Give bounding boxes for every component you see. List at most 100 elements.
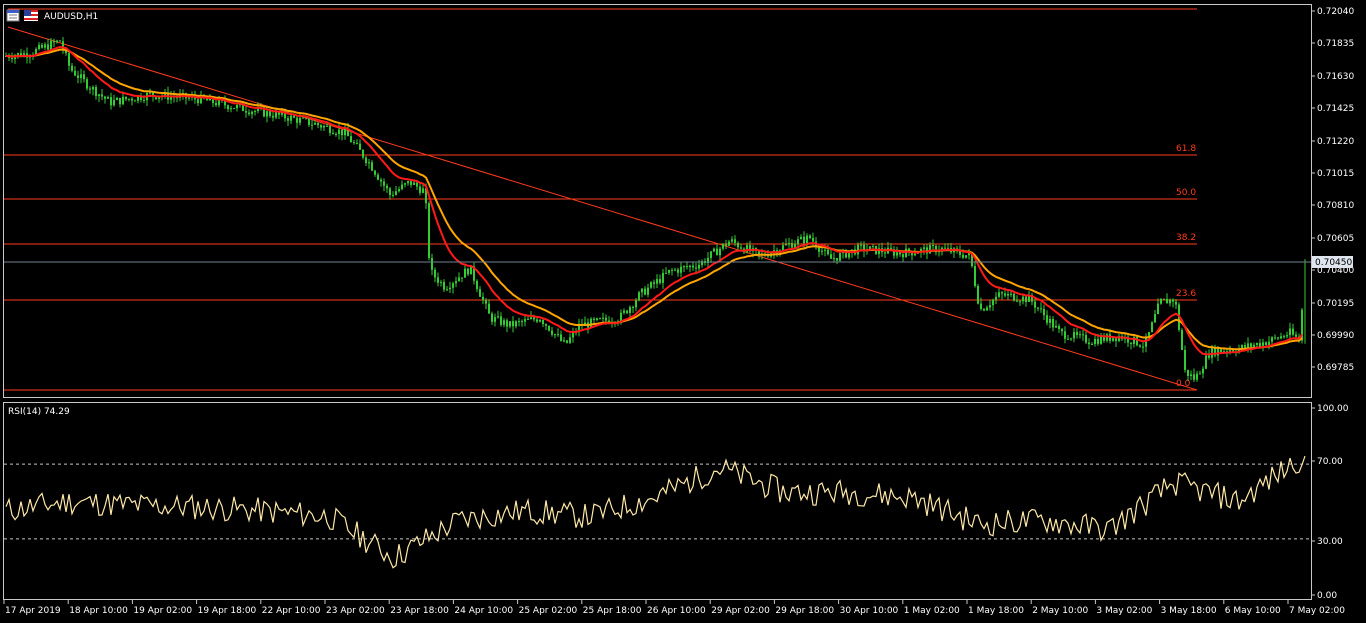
candle-body <box>563 340 565 342</box>
candle-body <box>788 243 790 245</box>
candle-body <box>698 264 700 269</box>
candle-body <box>335 133 337 135</box>
candle-body <box>113 100 115 106</box>
fibonacci-retracement[interactable]: 61.850.038.223.60.0 <box>4 144 1197 391</box>
candle-body <box>1283 336 1285 338</box>
candle-body <box>884 252 886 254</box>
candle-body <box>680 266 682 273</box>
candle-body <box>647 287 649 295</box>
candle-body <box>1070 338 1072 340</box>
candle-body <box>1187 369 1189 376</box>
candle-body <box>1088 342 1090 345</box>
candle-body <box>1130 342 1132 344</box>
candle-body <box>308 118 310 125</box>
candle-body <box>542 320 544 325</box>
candle-body <box>1001 292 1003 294</box>
chart-canvas[interactable]: 61.850.038.223.60.0 100.0070.0030.000.00… <box>0 0 1366 620</box>
candle-body <box>1112 338 1114 341</box>
candle-body <box>548 325 550 331</box>
candle-body <box>1220 349 1222 353</box>
candle-body <box>836 258 838 261</box>
candle-body <box>1091 343 1093 345</box>
candle-body <box>1157 303 1159 315</box>
candle-body <box>599 318 601 320</box>
candle-body <box>539 320 541 322</box>
candle-body <box>50 40 52 50</box>
candle-body <box>719 248 721 256</box>
candle-body <box>314 123 316 125</box>
price-tick-label: 0.69785 <box>1317 363 1354 373</box>
candle-body <box>656 279 658 284</box>
candle-body <box>350 136 352 143</box>
mt-chart-window: 61.8 50.0 38.2 23.6 0.0 100.00 70.00 30.00 0.00… <box>0 0 1366 620</box>
candle-body <box>143 99 145 101</box>
candle-body <box>452 283 454 288</box>
candle-body <box>1010 293 1012 295</box>
candle-body <box>677 269 679 273</box>
candle-body <box>641 288 643 293</box>
candle-body <box>383 181 385 186</box>
candle-body <box>395 191 397 195</box>
candle-body <box>962 254 964 258</box>
candle-body <box>122 96 124 105</box>
time-tick-label: 6 May 10:00 <box>1225 606 1281 616</box>
candle-body <box>275 112 277 118</box>
time-tick-label: 23 Apr 02:00 <box>326 606 385 616</box>
candle-body <box>1259 342 1261 347</box>
candle-body <box>902 254 904 258</box>
candle-body <box>662 272 664 283</box>
price-tick-label: 0.70605 <box>1317 234 1354 244</box>
candle-body <box>215 103 217 106</box>
candle-body <box>833 258 835 260</box>
candle-body <box>746 245 748 253</box>
candle-body <box>386 185 388 189</box>
candle-body <box>77 75 79 78</box>
candle-body <box>134 100 136 102</box>
time-tick-label: 23 Apr 18:00 <box>390 606 449 616</box>
candle-body <box>1004 293 1006 296</box>
current-price-label: 0.70450 <box>1315 258 1352 268</box>
candle-body <box>440 281 442 283</box>
candle-body <box>392 194 394 196</box>
candle-body <box>932 245 934 247</box>
candle-body <box>872 245 874 247</box>
candle-body <box>1052 318 1054 328</box>
candle-body <box>422 188 424 193</box>
candle-body <box>1244 345 1246 348</box>
candle-body <box>806 235 808 244</box>
candle-body <box>695 267 697 269</box>
candle-body <box>197 99 199 104</box>
fib-level-label: 61.8 <box>1176 144 1196 154</box>
rsi-indicator: 100.00 70.00 30.00 0.00 <box>4 404 1349 601</box>
candle-body <box>491 313 493 322</box>
window-list-icon[interactable] <box>6 9 20 22</box>
candle-body <box>518 321 520 323</box>
candle-body <box>149 92 151 94</box>
candle-body <box>800 236 802 240</box>
candle-body <box>98 94 100 97</box>
candle-body <box>1136 336 1138 346</box>
candle-body <box>722 243 724 249</box>
candle-body <box>92 87 94 90</box>
time-tick-label: 3 May 02:00 <box>1096 606 1152 616</box>
candle-body <box>44 44 46 48</box>
candle-body <box>506 320 508 327</box>
candle-body <box>1295 334 1297 337</box>
candle-body <box>551 330 553 335</box>
candle-body <box>329 126 331 134</box>
candle-body <box>1055 325 1057 328</box>
candle-body <box>11 57 13 60</box>
candle-body <box>1253 344 1255 347</box>
candle-body <box>233 108 235 110</box>
time-tick-label: 25 Apr 18:00 <box>583 606 642 616</box>
candle-body <box>644 288 646 295</box>
candle-body <box>1034 301 1036 308</box>
price-axis: 0.72040 0.71835 0.71630 0.71425 0.71220 0.710… <box>4 7 1354 373</box>
candle-body <box>1172 299 1174 302</box>
candle-body <box>362 149 364 158</box>
candle-body <box>1100 336 1102 344</box>
candle-body <box>1268 341 1270 346</box>
candle-body <box>1274 337 1276 339</box>
candle-body <box>125 96 127 100</box>
candle-body <box>467 268 469 275</box>
